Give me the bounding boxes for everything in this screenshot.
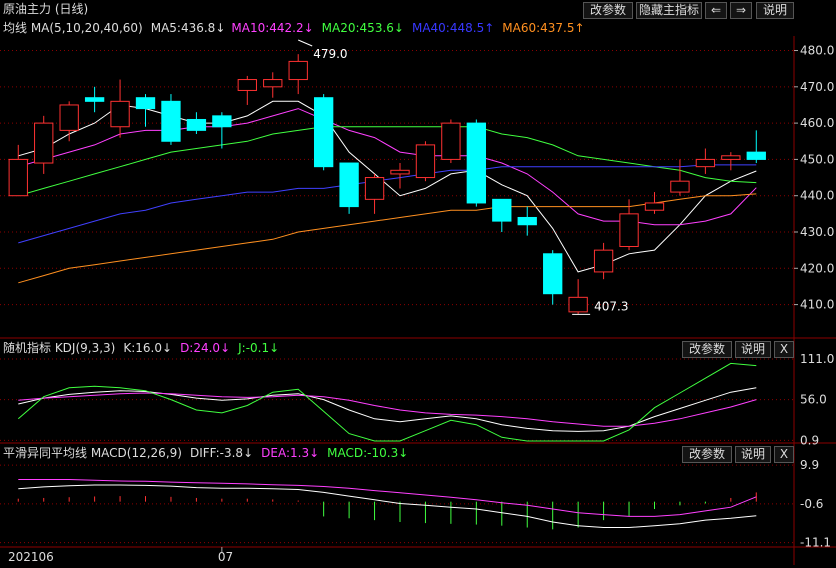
ma-legend: 均线 MA(5,10,20,40,60) MA5:436.8↓ MA10:442.2… <box>3 20 593 37</box>
macd-edit-params-button[interactable]: 改参数 <box>682 446 732 463</box>
window-title-text: 原油主力 (日线) <box>3 2 89 16</box>
candle-body <box>186 118 207 131</box>
kdj-help-button[interactable]: 说明 <box>735 341 771 358</box>
candle-body <box>619 213 639 248</box>
ma-name: 均线 MA(5,10,20,40,60) <box>3 21 143 35</box>
kdj-edit-params-button[interactable]: 改参数 <box>682 341 732 358</box>
macd-diff-value: DIFF:-3.8↓ <box>189 446 254 460</box>
main-y-tick-label: 460.0 <box>800 116 834 130</box>
back-arrow-icon[interactable]: ⇐ <box>705 2 727 19</box>
candle-body <box>237 79 257 91</box>
candle-body <box>721 155 741 160</box>
candle-body <box>670 180 690 193</box>
main-y-tick-label: 440.0 <box>800 189 834 203</box>
high-annotation: 479.0 <box>313 47 347 61</box>
candle-body <box>543 253 563 295</box>
main-y-tick-label: 470.0 <box>800 80 834 94</box>
ma10-value: MA10:442.2↓ <box>231 21 314 35</box>
candle-body <box>59 104 79 131</box>
candle-body <box>84 97 105 102</box>
forward-arrow-icon[interactable]: ⇒ <box>730 2 752 19</box>
candle-body <box>390 169 410 175</box>
candle-body <box>288 60 308 81</box>
candle-body <box>517 216 537 226</box>
ma20-value: MA20:453.6↓ <box>321 21 404 35</box>
kdj-k-value: K:16.0↓ <box>123 341 173 355</box>
candle-body <box>212 115 232 128</box>
kdj-line-k <box>18 387 757 432</box>
main-y-tick-label: 480.0 <box>800 44 834 58</box>
window-title: 原油主力 (日线) <box>3 1 96 18</box>
ma60-value: MA60:437.5↑ <box>502 21 585 35</box>
kdj-line-d <box>18 392 757 427</box>
x-tick-label: 07 <box>218 550 233 564</box>
candle-body <box>364 177 385 200</box>
macd-macd-value: MACD:-10.3↓ <box>327 446 409 460</box>
candle-body <box>644 202 665 211</box>
candle-body <box>34 122 54 164</box>
main-y-tick-label: 410.0 <box>800 298 834 312</box>
candle-body <box>466 122 487 204</box>
macd-y-tick-label: 9.9 <box>800 458 819 472</box>
candle-body <box>492 198 512 222</box>
candle-body <box>568 296 588 313</box>
main-y-tick-label: 430.0 <box>800 225 834 239</box>
candle-body <box>135 97 156 110</box>
macd-y-tick-label: -0.6 <box>800 497 823 511</box>
kdj-close-icon[interactable]: X <box>774 341 794 358</box>
kdj-legend: 随机指标 KDJ(9,3,3) K:16.0↓ D:24.0↓ J:-0.1↓ <box>3 340 287 357</box>
main-y-tick-label: 420.0 <box>800 261 834 275</box>
macd-dea-value: DEA:1.3↓ <box>261 446 320 460</box>
help-button[interactable]: 说明 <box>756 2 794 19</box>
candle-body <box>339 162 359 208</box>
candle-body <box>593 249 614 273</box>
chart-canvas[interactable]: 480.0 470.0 460.0 450.0 440.0 430.0 420.0 410.0… <box>0 0 836 565</box>
macd-help-button[interactable]: 说明 <box>735 446 771 463</box>
ma40-value: MA40:448.5↑ <box>411 21 495 35</box>
candle-body <box>263 79 283 88</box>
main-y-tick-label: 450.0 <box>800 152 834 166</box>
x-tick-label: 202106 <box>8 550 54 564</box>
kdj-j-value: J:-0.1↓ <box>238 341 280 355</box>
high-marker <box>298 39 313 47</box>
macd-name: 平滑异同平均线 MACD(12,26,9) <box>3 446 182 460</box>
kdj-y-tick-label: 56.0 <box>800 393 827 407</box>
candle-body <box>746 151 766 160</box>
macd-legend: 平滑异同平均线 MACD(12,26,9) DIFF:-3.8↓ DEA:1.3↓ M… <box>3 445 416 462</box>
candle-body <box>313 97 334 168</box>
macd-y-tick-label: -11.1 <box>800 536 831 550</box>
kdj-y-tick-label: 111.0 <box>800 352 834 366</box>
candle-body <box>415 144 436 179</box>
low-annotation: 407.3 <box>594 299 628 313</box>
candle-body <box>8 158 28 197</box>
hide-indicator-button[interactable]: 隐藏主指标 <box>636 2 702 19</box>
kdj-d-value: D:24.0↓ <box>180 341 231 355</box>
chart-stage: 480.0 470.0 460.0 450.0 440.0 430.0 420.0 410.0… <box>0 0 836 565</box>
macd-close-icon[interactable]: X <box>774 446 794 463</box>
kdj-name: 随机指标 KDJ(9,3,3) <box>3 341 116 355</box>
edit-params-button[interactable]: 改参数 <box>583 2 633 19</box>
kdj-line-j <box>17 362 757 442</box>
candle-body <box>110 100 130 128</box>
ma5-value: MA5:436.8↓ <box>150 21 226 35</box>
candle-body <box>695 158 716 168</box>
kdj-y-tick-label: 0.9 <box>800 433 819 447</box>
candle-body <box>161 100 181 142</box>
candle-body <box>441 122 461 160</box>
